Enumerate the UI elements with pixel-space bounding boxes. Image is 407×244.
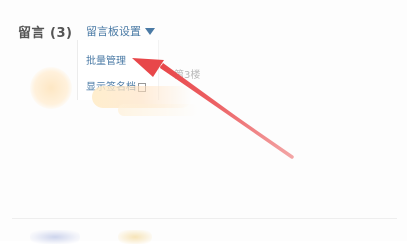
comments-header: 留言 (3) 留言板设置: [0, 0, 407, 52]
caret-down-icon: [145, 27, 155, 35]
board-settings-label: 留言板设置: [86, 25, 141, 38]
blurred-avatar-bottom: [30, 230, 80, 244]
board-settings-button[interactable]: 留言板设置: [86, 23, 155, 39]
page: 留言 (3) 留言板设置 批量管理 显示签名档 第3楼: [0, 0, 407, 244]
divider: [12, 218, 397, 219]
floor-label: 第3楼: [174, 70, 201, 81]
blurred-username-bottom: [118, 230, 152, 244]
comments-title: 留言 (3): [18, 26, 73, 41]
blurred-comment-text: [118, 104, 198, 116]
menu-item-batch-manage[interactable]: 批量管理: [86, 52, 126, 67]
blurred-avatar: [30, 67, 72, 109]
